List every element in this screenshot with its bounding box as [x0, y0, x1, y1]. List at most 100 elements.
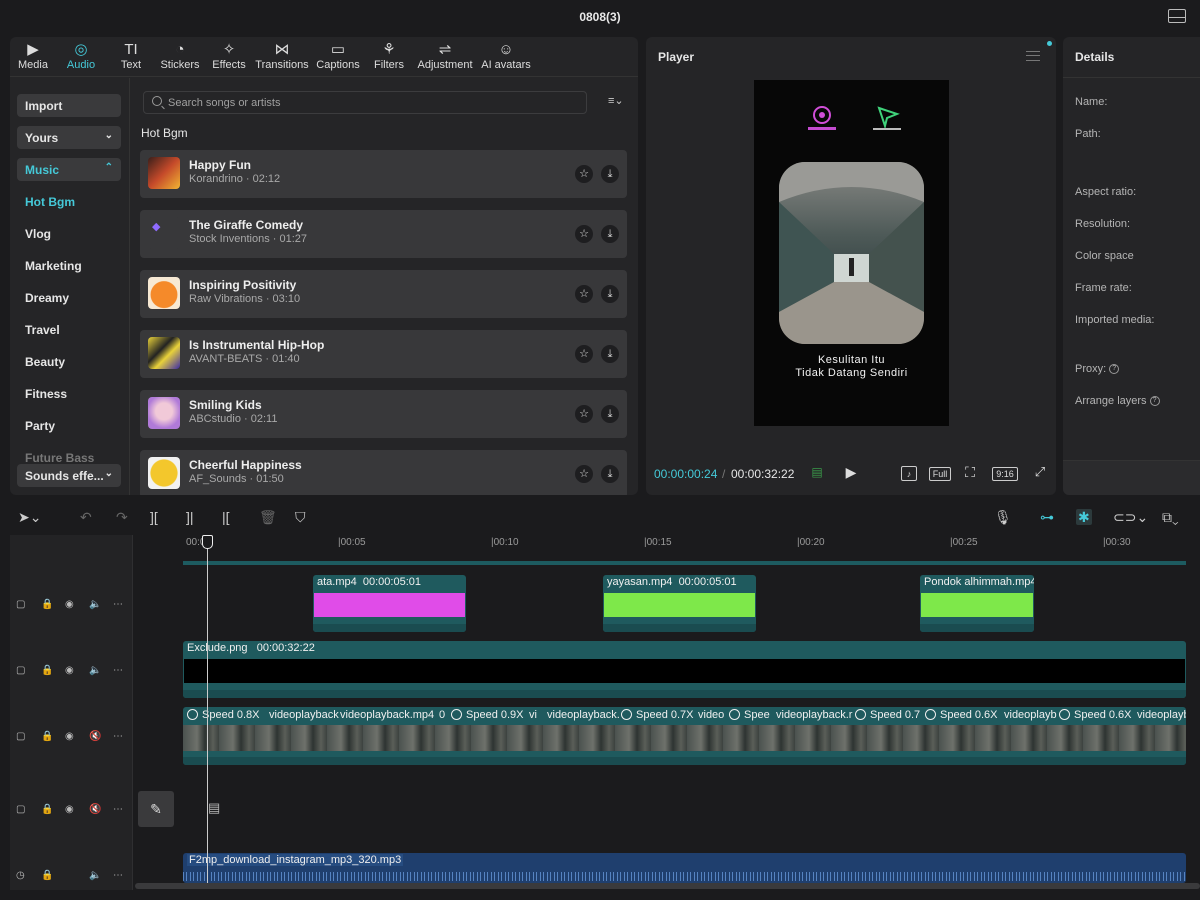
playhead-handle[interactable]	[202, 535, 213, 549]
download-icon[interactable]: ⤓	[601, 345, 619, 363]
download-icon[interactable]: ⤓	[601, 285, 619, 303]
clip-yayasan[interactable]: yayasan.mp4 00:00:05:01	[603, 575, 756, 632]
split-left-icon[interactable]: ]|	[186, 509, 194, 525]
captions-icon: ▭	[330, 41, 346, 58]
video-preview[interactable]: Kesulitan Itu Tidak Datang Sendiri	[754, 80, 949, 426]
sidebar-item-future-bass[interactable]: Future Bass	[25, 451, 94, 465]
preview-axis-icon[interactable]: ✱	[1076, 509, 1092, 525]
list-item[interactable]: Is Instrumental Hip-Hop AVANT-BEATS · 01…	[140, 330, 627, 378]
clip-pondok-alhimmah[interactable]: Pondok alhimmah.mp4	[920, 575, 1034, 632]
time-ruler[interactable]: 00:00 |00:05 |00:10 |00:15 |00:20 |00:25…	[183, 535, 1200, 555]
list-item[interactable]: Happy Fun Korandrino · 02:12 ☆ ⤓	[140, 150, 627, 198]
play-icon[interactable]: ▶	[843, 465, 859, 483]
eye-icon[interactable]: ◉	[65, 665, 74, 676]
select-tool-icon[interactable]: ➤⌄	[18, 509, 41, 525]
favorite-star-icon[interactable]: ☆	[575, 225, 593, 243]
tab-filters[interactable]: ⚘ Filters	[366, 37, 412, 77]
full-quality-button[interactable]: Full	[929, 467, 951, 481]
menu-icon[interactable]	[1026, 51, 1040, 61]
yours-dropdown[interactable]: Yours ⌄	[17, 126, 121, 149]
import-button[interactable]: Import	[17, 94, 121, 117]
download-icon[interactable]: ⤓	[601, 465, 619, 483]
main-video-track[interactable]: Speed 0.8X videoplayback videoplayback.m…	[183, 707, 1186, 765]
fullscreen-icon[interactable]: ⤢	[1032, 465, 1048, 483]
favorite-star-icon[interactable]: ☆	[575, 465, 593, 483]
playhead[interactable]	[202, 535, 213, 885]
undo-icon[interactable]: ↶	[80, 509, 92, 525]
compare-icon[interactable]: ⧉⌄	[1162, 509, 1179, 525]
filter-dropdown[interactable]: ≡⌄	[608, 94, 624, 107]
chain-link-icon[interactable]: ⊂⊃⌄	[1113, 509, 1148, 525]
edit-cover-button[interactable]: ✎	[138, 791, 174, 827]
speaker-icon[interactable]: 🔈	[89, 665, 101, 676]
more-icon[interactable]: ⋯	[113, 870, 123, 881]
more-icon[interactable]: ⋯	[113, 599, 123, 610]
more-icon[interactable]: ⋯	[113, 804, 123, 815]
tab-audio[interactable]: ◎ Audio	[56, 37, 106, 77]
list-item[interactable]: Smiling Kids ABCstudio · 02:11 ☆ ⤓	[140, 390, 627, 438]
mute-icon[interactable]: 🔇	[89, 804, 101, 815]
help-icon[interactable]: ?	[1109, 364, 1120, 375]
layout-toggle-icon[interactable]	[1168, 9, 1186, 23]
help-icon[interactable]: ?	[1149, 396, 1160, 407]
tab-effects[interactable]: ✧ Effects	[204, 37, 254, 77]
music-dropdown[interactable]: Music ⌃	[17, 158, 121, 181]
sounds-effects-dropdown[interactable]: Sounds effe... ⌄	[17, 464, 121, 487]
more-icon[interactable]: ⋯	[113, 665, 123, 676]
horizontal-scrollbar[interactable]	[135, 883, 1200, 889]
tab-transitions[interactable]: ⋈ Transitions	[254, 37, 310, 77]
favorite-star-icon[interactable]: ☆	[575, 345, 593, 363]
sidebar-item-vlog[interactable]: Vlog	[25, 227, 51, 241]
tab-ai-avatars[interactable]: ☺ AI avatars	[478, 37, 534, 77]
work-area-bar[interactable]	[183, 561, 1186, 565]
tab-stickers[interactable]: ◔ Stickers	[156, 37, 204, 77]
favorite-star-icon[interactable]: ☆	[575, 405, 593, 423]
more-icon[interactable]: ⋯	[113, 731, 123, 742]
sidebar-item-party[interactable]: Party	[25, 419, 55, 433]
sidebar-item-travel[interactable]: Travel	[25, 323, 60, 337]
list-item[interactable]: Inspiring Positivity Raw Vibrations · 03…	[140, 270, 627, 318]
aspect-ratio-button[interactable]: 9:16	[992, 467, 1018, 481]
speaker-icon[interactable]: 🔈	[89, 599, 101, 610]
clip-ata[interactable]: ata.mp4 00:00:05:01	[313, 575, 466, 632]
eye-icon[interactable]: ◉	[65, 599, 74, 610]
lock-icon[interactable]: 🔒	[41, 599, 53, 610]
shield-icon[interactable]: ⛉	[295, 509, 306, 525]
list-item[interactable]: Cheerful Happiness AF_Sounds · 01:50 ☆ ⤓	[140, 450, 627, 495]
sidebar-item-beauty[interactable]: Beauty	[25, 355, 65, 369]
sidebar-item-fitness[interactable]: Fitness	[25, 387, 67, 401]
sidebar-item-dreamy[interactable]: Dreamy	[25, 291, 69, 305]
tab-text[interactable]: TI Text	[106, 37, 156, 77]
list-item[interactable]: ◆ The Giraffe Comedy Stock Inventions · …	[140, 210, 627, 258]
delete-icon[interactable]: 🗑	[259, 509, 277, 525]
tiktok-icon[interactable]: ♪	[901, 466, 917, 481]
download-icon[interactable]: ⤓	[601, 165, 619, 183]
eye-icon[interactable]: ◉	[65, 731, 74, 742]
favorite-star-icon[interactable]: ☆	[575, 165, 593, 183]
lock-icon[interactable]: 🔒	[41, 870, 53, 881]
clip-exclude-png[interactable]: Exclude.png 00:00:32:22	[183, 641, 1186, 698]
lock-icon[interactable]: 🔒	[41, 731, 53, 742]
favorite-star-icon[interactable]: ☆	[575, 285, 593, 303]
download-icon[interactable]: ⤓	[601, 405, 619, 423]
split-icon[interactable]: ][	[150, 509, 158, 525]
download-icon[interactable]: ⤓	[601, 225, 619, 243]
split-right-icon[interactable]: |[	[222, 509, 230, 525]
tab-media[interactable]: ▶ Media	[10, 37, 56, 77]
sidebar-item-hot-bgm[interactable]: Hot Bgm	[25, 195, 75, 209]
sidebar-item-marketing[interactable]: Marketing	[25, 259, 82, 273]
search-input[interactable]	[168, 94, 568, 112]
microphone-icon[interactable]: 🎙	[994, 509, 1012, 525]
tab-adjustment[interactable]: ⇌ Adjustment	[412, 37, 478, 77]
clip-audio[interactable]: F2mp_download_instagram_mp3_320.mp3	[183, 853, 1186, 883]
eye-icon[interactable]: ◉	[65, 804, 74, 815]
mute-icon[interactable]: 🔇	[89, 731, 101, 742]
redo-icon[interactable]: ↷	[116, 509, 128, 525]
track-header-main: ▢ 🔒 ◉ 🔇 ⋯	[10, 729, 133, 749]
tab-captions[interactable]: ▭ Captions	[310, 37, 366, 77]
lock-icon[interactable]: 🔒	[41, 665, 53, 676]
lock-icon[interactable]: 🔒	[41, 804, 53, 815]
speaker-icon[interactable]: 🔈	[89, 870, 101, 881]
link-magnet-icon[interactable]: ⊶	[1040, 509, 1054, 525]
crop-icon[interactable]: ⛶	[961, 465, 979, 483]
